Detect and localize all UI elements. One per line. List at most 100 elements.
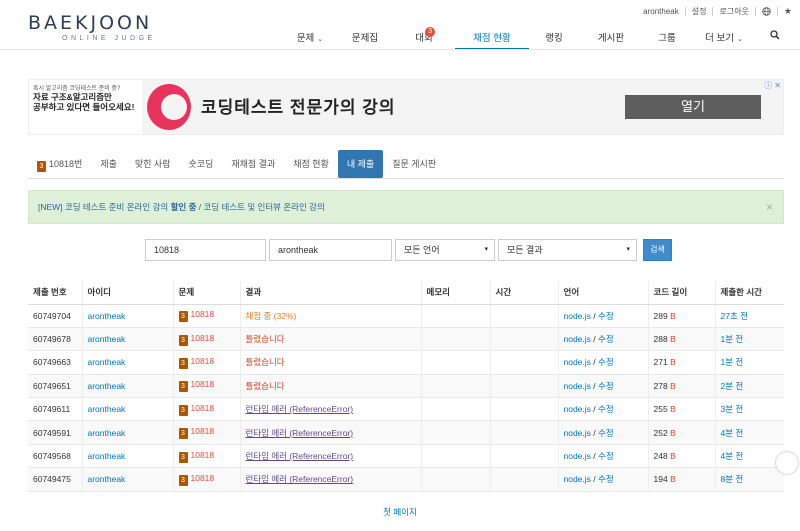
result-text[interactable]: 런타임 에러 (ReferenceError)	[246, 428, 354, 438]
settings-link[interactable]: 설정	[692, 6, 707, 17]
first-page-link[interactable]: 첫 페이지	[383, 507, 417, 517]
submission-id: 60749591	[28, 420, 83, 445]
time-cell	[490, 374, 559, 399]
problem-link[interactable]: 10818	[191, 426, 215, 436]
nav-group[interactable]: 그룹	[643, 24, 691, 50]
notice-link-course[interactable]: [NEW] 코딩 테스트 준비 온라인 강의 할인 중	[38, 202, 196, 212]
language-link[interactable]: node.js	[564, 451, 591, 461]
edit-link[interactable]: 수정	[598, 311, 614, 321]
logout-link[interactable]: 로그아웃	[719, 6, 748, 17]
assistant-icon[interactable]	[776, 452, 798, 474]
problem-link[interactable]: 10818	[191, 473, 215, 483]
user-link[interactable]: arontheak	[88, 357, 126, 367]
chevron-down-icon: ▾	[484, 246, 488, 253]
user-link[interactable]: arontheak	[88, 381, 126, 391]
submit-time-link[interactable]: 2분 전	[721, 381, 744, 391]
language-select[interactable]: 모든 언어 ▾	[395, 239, 495, 261]
result-text[interactable]: 런타임 에러 (ReferenceError)	[246, 474, 354, 484]
header-divider	[0, 49, 800, 50]
nav-board[interactable]: 게시판	[579, 24, 643, 50]
language-link[interactable]: node.js	[564, 381, 591, 391]
problem-link[interactable]: 10818	[191, 379, 215, 389]
search-button[interactable]: 검색	[643, 239, 672, 261]
chevron-down-icon: ⌄	[317, 36, 324, 43]
tab-shortcoding[interactable]: 숏코딩	[180, 150, 223, 178]
user-link[interactable]: arontheak	[88, 404, 126, 414]
col-header: 시간	[490, 281, 559, 305]
username-link[interactable]: arontheak	[643, 7, 679, 16]
submit-time-link[interactable]: 3분 전	[721, 404, 744, 414]
user-id-input[interactable]: arontheak	[269, 239, 392, 261]
language-link[interactable]: node.js	[564, 428, 591, 438]
user-link[interactable]: arontheak	[88, 474, 126, 484]
language-link[interactable]: node.js	[564, 474, 591, 484]
globe-icon[interactable]	[762, 7, 771, 16]
result-text: 틀렸습니다	[245, 357, 285, 368]
user-link[interactable]: arontheak	[88, 451, 126, 461]
ad-open-button[interactable]: 열기	[625, 95, 761, 119]
nav-more[interactable]: 더 보기 ⌄	[691, 24, 757, 50]
user-link[interactable]: arontheak	[88, 334, 126, 344]
star-icon[interactable]: ★	[784, 6, 792, 17]
nav-problems[interactable]: 문제 ⌄	[283, 24, 337, 50]
edit-link[interactable]: 수정	[598, 381, 614, 391]
submit-time-link[interactable]: 1분 전	[721, 357, 744, 367]
edit-link[interactable]: 수정	[598, 357, 614, 367]
table-row: 60749678 arontheak 3 10818 틀렸습니다 node.js / 수정…	[28, 327, 784, 352]
ad-big-text-2: 공부하고 있다면 들어오세요!	[33, 102, 135, 112]
submit-time-link[interactable]: 27초 전	[721, 311, 748, 321]
edit-link[interactable]: 수정	[598, 428, 614, 438]
edit-link[interactable]: 수정	[598, 451, 614, 461]
tab-status[interactable]: 채점 현황	[284, 150, 338, 178]
result-text[interactable]: 런타임 에러 (ReferenceError)	[246, 404, 354, 414]
user-link[interactable]: arontheak	[88, 428, 126, 438]
byte-unit: B	[670, 427, 676, 438]
adchoices-icon[interactable]: ⓘ ✕	[764, 80, 781, 91]
language-link[interactable]: node.js	[564, 334, 591, 344]
close-icon[interactable]: ×	[766, 191, 773, 223]
user-link[interactable]: arontheak	[88, 311, 126, 321]
problem-link[interactable]: 10818	[191, 309, 215, 319]
search-icon[interactable]	[757, 24, 793, 50]
tab-problem[interactable]: 3 10818번	[28, 150, 91, 178]
problem-cell: 3 10818	[173, 420, 241, 445]
submit-time-cell: 2분 전	[715, 374, 784, 399]
tab-my-submissions[interactable]: 내 제출	[337, 150, 384, 178]
nav-contest[interactable]: 대회 3	[393, 24, 455, 50]
tab-submit[interactable]: 제출	[91, 150, 126, 178]
chevron-down-icon: ▾	[626, 246, 630, 253]
user-cell: arontheak	[82, 397, 174, 422]
tab-questions[interactable]: 질문 게시판	[383, 150, 445, 178]
problem-link[interactable]: 10818	[191, 333, 215, 343]
ad-banner[interactable]: 혹시 알고리즘 코딩테스트 준비 중? 자료 구조&알고리즘만 공부하고 있다면…	[28, 79, 784, 135]
site-logo[interactable]: BAEKJOON ONLINE JUDGE	[28, 12, 156, 42]
code-length-cell: 289 B	[648, 304, 716, 328]
problem-link[interactable]: 10818	[191, 356, 215, 366]
result-text[interactable]: 런타임 에러 (ReferenceError)	[246, 451, 354, 461]
submission-id: 60749568	[28, 444, 83, 469]
edit-link[interactable]: 수정	[598, 404, 614, 414]
nav-workbook[interactable]: 문제집	[337, 24, 393, 50]
tab-solvers[interactable]: 맞힌 사람	[126, 150, 180, 178]
divider	[754, 7, 756, 16]
submit-time-cell: 1분 전	[715, 327, 784, 352]
submit-time-link[interactable]: 4분 전	[721, 451, 744, 461]
submit-time-link[interactable]: 4분 전	[721, 428, 744, 438]
time-cell	[490, 467, 559, 492]
submit-time-link[interactable]: 8분 전	[721, 474, 744, 484]
problem-id-input[interactable]: 10818	[145, 239, 266, 261]
nav-status[interactable]: 채점 현황	[455, 24, 529, 50]
result-select[interactable]: 모든 결과 ▾	[498, 239, 637, 261]
edit-link[interactable]: 수정	[598, 474, 614, 484]
problem-link[interactable]: 10818	[191, 450, 215, 460]
notice-link-interview[interactable]: 코딩 테스트 및 인터뷰 온라인 강의	[204, 202, 325, 212]
edit-link[interactable]: 수정	[598, 334, 614, 344]
result-cell: 틀렸습니다	[240, 327, 422, 352]
problem-link[interactable]: 10818	[191, 403, 215, 413]
language-link[interactable]: node.js	[564, 357, 591, 367]
nav-ranking[interactable]: 랭킹	[529, 24, 579, 50]
language-link[interactable]: node.js	[564, 311, 591, 321]
tab-rejudge[interactable]: 재채점 결과	[222, 150, 284, 178]
submit-time-link[interactable]: 1분 전	[721, 334, 744, 344]
language-link[interactable]: node.js	[564, 404, 591, 414]
